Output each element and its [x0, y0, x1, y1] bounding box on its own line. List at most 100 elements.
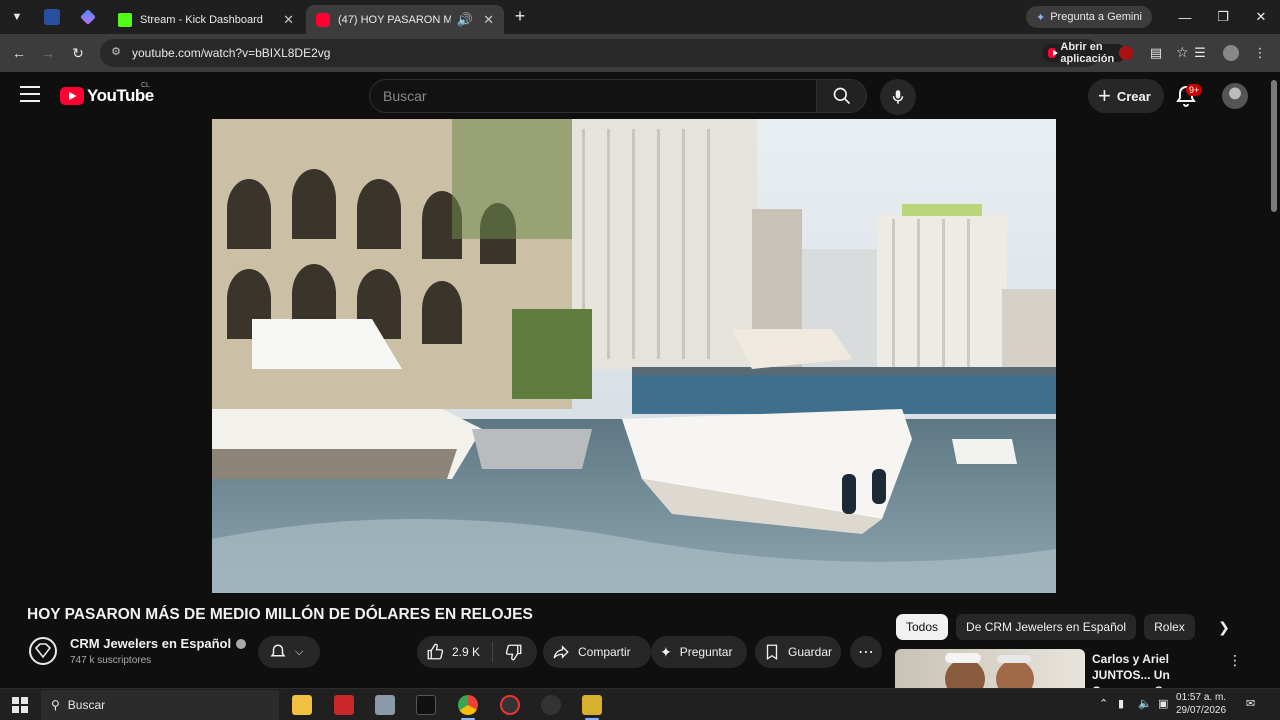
menu-kebab-icon[interactable]: ⋮ — [1250, 43, 1270, 63]
pinned-app-icon — [44, 9, 60, 25]
address-bar[interactable]: ⚙ youtube.com/watch?v=bBIXL8DE2vg Abrir … — [100, 39, 1189, 67]
obs-icon[interactable] — [500, 695, 520, 715]
thumbnail-image — [945, 653, 1034, 688]
divider — [492, 642, 494, 662]
battery-icon[interactable]: ▮ — [1118, 697, 1124, 710]
file-explorer-icon[interactable] — [292, 695, 312, 715]
search-input[interactable] — [369, 79, 816, 113]
chrome-icon[interactable] — [458, 695, 478, 715]
menu-hamburger-icon[interactable] — [20, 86, 40, 102]
chevron-right-icon[interactable]: ❯ — [1213, 616, 1235, 638]
scrollbar-thumb[interactable] — [1271, 80, 1277, 212]
clock-time: 01:57 a. m. — [1176, 692, 1227, 703]
video-player[interactable] — [212, 119, 1056, 593]
thumbs-up-icon — [427, 643, 444, 660]
chip-rolex[interactable]: Rolex — [1144, 614, 1195, 640]
gemini-button[interactable]: ✦ Pregunta a Gemini — [1026, 6, 1152, 28]
tab-title: Stream - Kick Dashboard — [140, 13, 263, 26]
ask-button[interactable]: ✦ Preguntar — [651, 636, 747, 668]
video-frame — [212, 119, 1056, 593]
save-label: Guardar — [788, 645, 833, 659]
youtube-logo[interactable]: YouTube CL — [60, 82, 154, 106]
bell-icon — [270, 644, 286, 657]
windows-start-icon[interactable] — [12, 697, 28, 713]
app-yellow-icon[interactable] — [582, 695, 602, 715]
microphone-icon — [892, 90, 904, 104]
save-button[interactable]: Guardar — [755, 636, 841, 668]
like-button[interactable]: 2.9 K — [426, 643, 480, 661]
notifications-subscribe-button[interactable]: ⌵ — [258, 636, 320, 668]
youtube-header: YouTube CL + Crear — [0, 72, 1268, 119]
back-arrow-icon[interactable]: ← — [9, 43, 29, 63]
youtube-play-icon — [60, 87, 84, 105]
audio-playing-icon[interactable]: 🔊 — [457, 12, 473, 28]
recommendation-thumbnail[interactable] — [895, 649, 1085, 688]
tab-youtube-video[interactable]: (47) HOY PASARON MÁS DE MEDIO MILLÓN DE … — [306, 5, 504, 34]
forward-arrow-icon[interactable]: → — [38, 43, 58, 63]
tray-chevron-icon[interactable]: ⌃ — [1099, 697, 1108, 710]
share-icon — [553, 645, 569, 659]
more-horizontal-icon: ⋯ — [858, 644, 874, 661]
volume-icon[interactable]: 🔈 — [1138, 697, 1152, 710]
site-info-icon[interactable]: ⚙ — [108, 45, 124, 61]
channel-avatar[interactable] — [29, 637, 57, 665]
channel-name-link[interactable]: CRM Jewelers en Español — [70, 636, 247, 651]
share-button[interactable]: Compartir — [543, 636, 651, 668]
more-actions-button[interactable]: ⋯ — [850, 636, 882, 668]
more-vertical-icon[interactable]: ⋮ — [1228, 652, 1242, 669]
filter-chips: Todos De CRM Jewelers en Español Rolex — [896, 614, 1195, 640]
settings-gear-icon[interactable] — [541, 695, 561, 715]
restore-button[interactable]: ❐ — [1204, 0, 1242, 34]
open-in-app-button[interactable]: Abrir en aplicación — [1042, 41, 1126, 65]
chip-all[interactable]: Todos — [896, 614, 949, 640]
search-icon: ⚲ — [51, 698, 60, 712]
close-tab-icon[interactable]: ✕ — [483, 12, 494, 28]
notification-center-icon[interactable]: ✉ — [1246, 697, 1255, 710]
network-icon[interactable]: ▣ — [1158, 697, 1168, 710]
logo-text: YouTube — [87, 86, 154, 105]
extensions-puzzle-icon[interactable]: ▤ — [1146, 43, 1166, 63]
thumbs-down-icon[interactable] — [505, 643, 523, 661]
sparkle-icon: ✦ — [660, 643, 672, 660]
create-button[interactable]: + Crear — [1088, 79, 1164, 113]
tab-kick-dashboard[interactable]: Stream - Kick Dashboard ✕ — [108, 5, 304, 34]
media-controls-icon[interactable]: ☰ — [1190, 43, 1210, 63]
profile-icon[interactable] — [1221, 43, 1241, 63]
new-tab-button[interactable]: + — [510, 7, 530, 27]
kick-icon — [118, 12, 132, 27]
voice-search-button[interactable] — [880, 79, 916, 115]
taskbar-search[interactable]: ⚲ Buscar — [41, 690, 279, 720]
gemini-spark-icon — [80, 9, 96, 25]
windows-taskbar: ⚲ Buscar ⌃ ▮ 🔈 ▣ 01:57 a. m. 29/07/2026 … — [0, 688, 1280, 720]
gemini-spark-icon: ✦ — [1036, 11, 1046, 24]
close-window-button[interactable]: ✕ — [1242, 0, 1280, 34]
pinned-tab-1[interactable] — [34, 0, 70, 34]
browser-toolbar: ← → ↻ ⚙ youtube.com/watch?v=bBIXL8DE2vg … — [0, 34, 1280, 72]
system-clock[interactable]: 01:57 a. m. 29/07/2026 — [1176, 691, 1226, 717]
youtube-icon — [316, 12, 330, 27]
url-text[interactable]: youtube.com/watch?v=bBIXL8DE2vg — [132, 46, 330, 60]
subscriber-count: 747 k suscriptores — [70, 655, 152, 666]
ask-label: Preguntar — [679, 645, 733, 659]
like-dislike-group: 2.9 K — [417, 636, 537, 668]
app-window-icon[interactable] — [375, 695, 395, 715]
bookmark-star-icon[interactable]: ☆ — [1176, 44, 1189, 61]
clock-date: 29/07/2026 — [1176, 705, 1227, 716]
reload-icon[interactable]: ↻ — [68, 43, 88, 63]
pinned-tab-2[interactable] — [70, 0, 106, 34]
adobe-app-icon[interactable] — [334, 695, 354, 715]
chip-channel[interactable]: De CRM Jewelers en Español — [956, 614, 1137, 640]
user-avatar[interactable] — [1222, 83, 1248, 109]
youtube-icon — [1048, 48, 1059, 58]
extension-badge-icon[interactable] — [1116, 43, 1136, 63]
search-button[interactable] — [816, 79, 867, 113]
minimize-button[interactable]: — — [1166, 0, 1204, 34]
tradingview-icon[interactable] — [416, 695, 436, 715]
channel-logo-icon — [34, 643, 52, 659]
chevron-down-icon: ⌵ — [295, 645, 304, 658]
close-tab-icon[interactable]: ✕ — [283, 12, 294, 28]
search-icon — [833, 87, 850, 105]
tab-search-dropdown-icon[interactable]: ▼ — [0, 0, 34, 34]
like-count: 2.9 K — [452, 645, 481, 659]
page-scrollbar[interactable] — [1268, 72, 1280, 688]
